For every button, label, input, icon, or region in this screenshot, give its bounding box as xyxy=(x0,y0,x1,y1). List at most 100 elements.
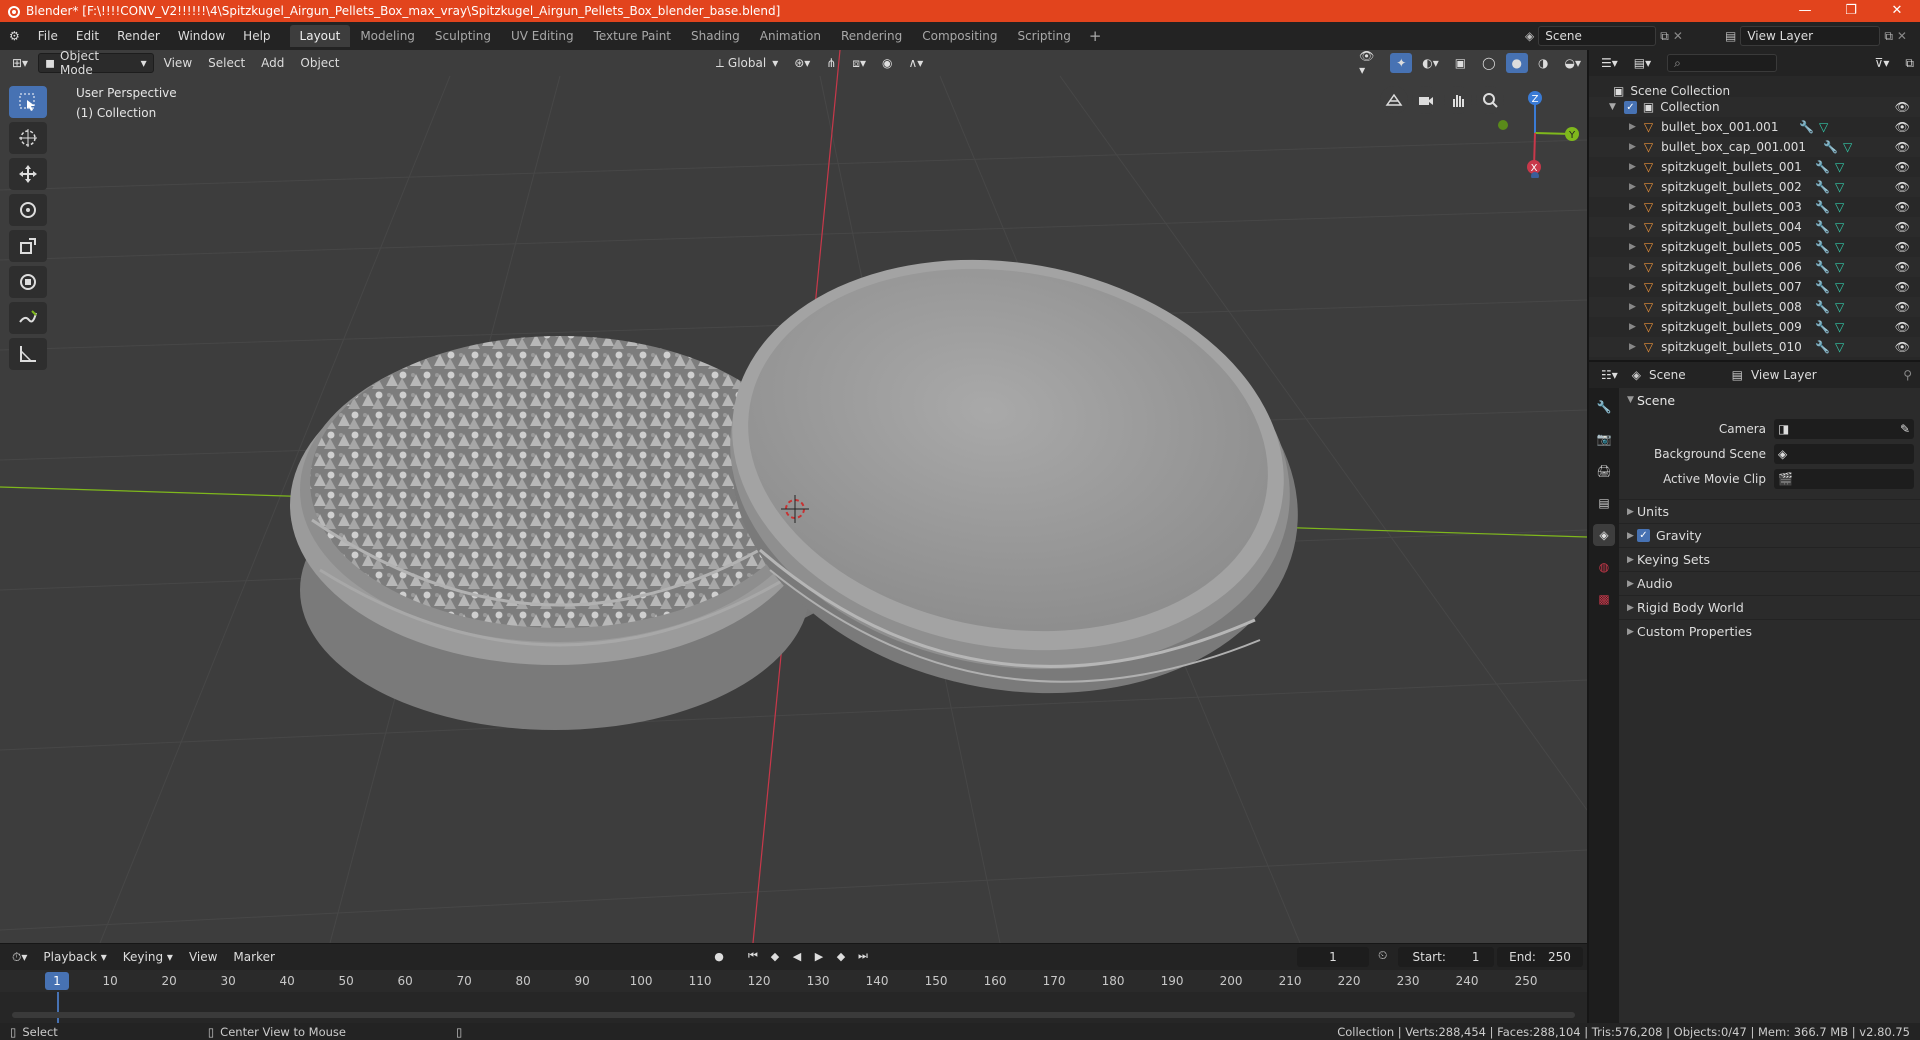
visibility-eye-icon[interactable]: 👁 xyxy=(1895,120,1910,134)
current-frame-marker[interactable]: 1 xyxy=(45,972,69,990)
mesh-data-icon[interactable]: ▽ xyxy=(1835,260,1844,274)
modifier-wrench-icon[interactable]: 🔧 xyxy=(1815,220,1830,234)
display-mode-icon[interactable]: ▤▾ xyxy=(1628,53,1657,73)
view-layer-tab-icon[interactable]: ▤ xyxy=(1593,492,1615,514)
visibility-eye-icon[interactable]: 👁 xyxy=(1895,280,1910,294)
tab-sculpting[interactable]: Sculpting xyxy=(425,25,501,47)
shading-rendered-icon[interactable]: ◒▾ xyxy=(1559,53,1588,73)
filter-icon[interactable]: ⊽▾ xyxy=(1869,53,1896,73)
menu-object[interactable]: Object xyxy=(294,53,345,73)
menu-marker[interactable]: Marker xyxy=(227,947,280,967)
menu-help[interactable]: Help xyxy=(234,22,279,50)
timeline-track[interactable] xyxy=(0,992,1587,1024)
menu-select[interactable]: Select xyxy=(202,53,251,73)
add-workspace-icon[interactable]: + xyxy=(1081,27,1110,45)
timeline-editor-type-icon[interactable]: ⏱▾ xyxy=(6,947,33,967)
visibility-eye-icon[interactable]: 👁 xyxy=(1895,100,1910,114)
eyedropper-icon[interactable]: ✎ xyxy=(1900,422,1910,436)
outliner-object-row[interactable]: ▶ ▽ bullet_box_001.001 🔧 ▽ 👁 xyxy=(1589,117,1920,137)
scene-icon[interactable]: ◈ xyxy=(1525,29,1534,43)
modifier-wrench-icon[interactable]: 🔧 xyxy=(1815,240,1830,254)
tab-texture-paint[interactable]: Texture Paint xyxy=(584,25,681,47)
rigid-body-world-panel[interactable]: ▶ Rigid Body World xyxy=(1619,595,1920,619)
expand-arrow-icon[interactable]: ▶ xyxy=(1629,122,1636,132)
gizmo-toggle-icon[interactable]: ✦ xyxy=(1390,53,1413,73)
collapse-arrow-icon[interactable]: ▼ xyxy=(1609,102,1616,112)
snap-target-icon[interactable]: ⧈▾ xyxy=(846,53,872,73)
keying-sets-panel[interactable]: ▶ Keying Sets xyxy=(1619,547,1920,571)
blender-menu-icon[interactable]: ⚙ xyxy=(0,22,29,50)
texture-tab-icon[interactable]: ▩ xyxy=(1593,588,1615,610)
outliner-object-row[interactable]: ▶ ▽ spitzkugelt_bullets_006 🔧 ▽ 👁 xyxy=(1589,257,1920,277)
mesh-data-icon[interactable]: ▽ xyxy=(1835,320,1844,334)
restore-icon[interactable]: ❐ xyxy=(1828,0,1874,22)
modifier-wrench-icon[interactable]: 🔧 xyxy=(1815,340,1830,354)
expand-arrow-icon[interactable]: ▶ xyxy=(1629,262,1636,272)
visibility-eye-icon[interactable]: 👁 xyxy=(1895,320,1910,334)
pan-view-icon[interactable] xyxy=(1444,86,1472,114)
outliner-object-row[interactable]: ▶ ▽ spitzkugelt_bullets_007 🔧 ▽ 👁 xyxy=(1589,277,1920,297)
clock-icon[interactable]: ⏲ xyxy=(1378,948,1387,963)
snap-icon[interactable]: ⋔ xyxy=(820,53,842,73)
visibility-eye-icon[interactable]: 👁 xyxy=(1895,200,1910,214)
tab-scripting[interactable]: Scripting xyxy=(1007,25,1080,47)
new-collection-icon[interactable]: ⧉ xyxy=(1899,53,1920,73)
mesh-data-icon[interactable]: ▽ xyxy=(1835,160,1844,174)
visibility-eye-icon[interactable]: 👁 xyxy=(1895,240,1910,254)
new-view-layer-icon[interactable]: ⧉ xyxy=(1884,29,1893,44)
background-scene-field[interactable]: ◈ xyxy=(1774,443,1914,464)
gravity-checkbox[interactable]: ✓ xyxy=(1637,529,1650,542)
camera-field[interactable]: ◨ ✎ xyxy=(1774,418,1914,439)
overlays-icon[interactable]: ◐▾ xyxy=(1416,53,1445,73)
visibility-eye-icon[interactable]: 👁 xyxy=(1895,140,1910,154)
visibility-icon[interactable]: 👁▾ xyxy=(1353,50,1386,77)
menu-timeline-view[interactable]: View xyxy=(183,947,223,967)
mesh-data-icon[interactable]: ▽ xyxy=(1835,200,1844,214)
rotate-tool[interactable] xyxy=(9,194,47,226)
mesh-data-icon[interactable]: ▽ xyxy=(1835,240,1844,254)
gravity-panel[interactable]: ▶ ✓ Gravity xyxy=(1619,523,1920,547)
shading-material-icon[interactable]: ◑ xyxy=(1532,53,1554,73)
tab-modeling[interactable]: Modeling xyxy=(350,25,425,47)
modifier-wrench-icon[interactable]: 🔧 xyxy=(1815,160,1830,174)
expand-arrow-icon[interactable]: ▶ xyxy=(1629,322,1636,332)
menu-window[interactable]: Window xyxy=(169,22,234,50)
outliner-object-row[interactable]: ▶ ▽ bullet_box_cap_001.001 🔧 ▽ 👁 xyxy=(1589,137,1920,157)
start-frame-field[interactable]: Start: 1 xyxy=(1398,947,1494,967)
view-layer-icon[interactable]: ▤ xyxy=(1725,29,1736,43)
modifier-wrench-icon[interactable]: 🔧 xyxy=(1815,280,1830,294)
new-scene-icon[interactable]: ⧉ xyxy=(1660,29,1669,44)
next-keyframe-icon[interactable]: ◆ xyxy=(832,947,850,965)
mesh-data-icon[interactable]: ▽ xyxy=(1835,280,1844,294)
record-icon[interactable]: ● xyxy=(710,947,728,965)
active-movie-clip-field[interactable]: 🎬 xyxy=(1774,468,1914,489)
scene-tab-icon[interactable]: ◈ xyxy=(1593,524,1615,546)
menu-playback[interactable]: Playback ▾ xyxy=(37,947,112,967)
outliner-object-row[interactable]: ▶ ▽ spitzkugelt_bullets_004 🔧 ▽ 👁 xyxy=(1589,217,1920,237)
shading-wireframe-icon[interactable]: ◯ xyxy=(1476,53,1501,73)
scale-tool[interactable] xyxy=(9,230,47,262)
expand-arrow-icon[interactable]: ▶ xyxy=(1629,302,1636,312)
play-reverse-icon[interactable]: ◀ xyxy=(788,947,806,965)
modifier-wrench-icon[interactable]: 🔧 xyxy=(1815,320,1830,334)
navigation-gizmo[interactable]: Z Y X xyxy=(1490,88,1580,178)
3d-viewport[interactable]: ⊞▾ ◼ Object Mode ▾ View Select Add Object… xyxy=(0,50,1587,943)
modifier-wrench-icon[interactable]: 🔧 xyxy=(1799,120,1814,134)
visibility-eye-icon[interactable]: 👁 xyxy=(1895,300,1910,314)
editor-type-icon[interactable]: ⊞▾ xyxy=(6,53,34,73)
select-box-tool[interactable] xyxy=(9,86,47,118)
expand-arrow-icon[interactable]: ▶ xyxy=(1629,282,1636,292)
expand-arrow-icon[interactable]: ▶ xyxy=(1629,222,1636,232)
expand-arrow-icon[interactable]: ▶ xyxy=(1629,342,1636,352)
scene-field[interactable]: Scene xyxy=(1538,26,1657,46)
view-layer-field[interactable]: View Layer xyxy=(1740,26,1881,46)
scene-panel-header[interactable]: ▼ Scene xyxy=(1619,388,1920,412)
mesh-data-icon[interactable]: ▽ xyxy=(1835,300,1844,314)
menu-render[interactable]: Render xyxy=(108,22,169,50)
outliner-object-row[interactable]: ▶ ▽ spitzkugelt_bullets_005 🔧 ▽ 👁 xyxy=(1589,237,1920,257)
timeline-ruler[interactable]: 1 10 20 30 40 50 60 70 80 90 100 110 120 130 140 150 160… xyxy=(0,970,1587,992)
mesh-data-icon[interactable]: ▽ xyxy=(1843,140,1852,154)
tab-compositing[interactable]: Compositing xyxy=(912,25,1007,47)
visibility-eye-icon[interactable]: 👁 xyxy=(1895,260,1910,274)
expand-arrow-icon[interactable]: ▶ xyxy=(1629,142,1636,152)
